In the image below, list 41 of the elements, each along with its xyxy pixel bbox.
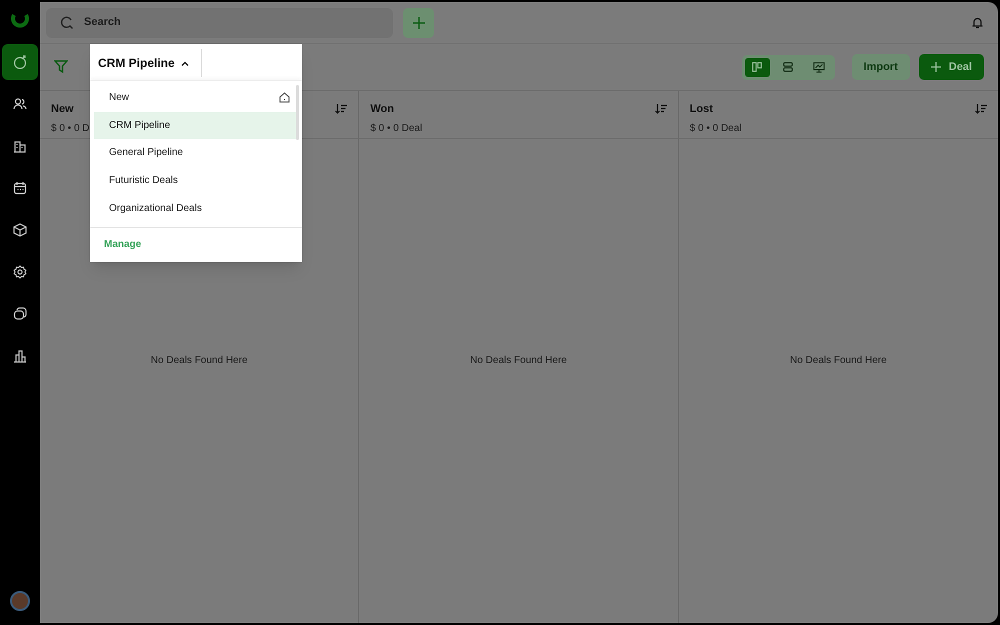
pipeline-option[interactable]: New bbox=[94, 84, 296, 112]
column-summary: $ 0 • 0 D bbox=[51, 122, 90, 136]
avatar[interactable] bbox=[10, 591, 30, 611]
empty-message: No Deals Found Here bbox=[790, 354, 887, 368]
caret-icon bbox=[180, 60, 189, 66]
import-button[interactable]: Import bbox=[852, 54, 910, 80]
board-view-icon bbox=[751, 61, 764, 73]
column-title: New bbox=[51, 102, 74, 117]
view-toggle[interactable] bbox=[744, 58, 770, 76]
sidebar-item[interactable] bbox=[2, 44, 38, 80]
pipeline-select[interactable]: CRM Pipeline bbox=[98, 49, 202, 77]
home-icon bbox=[279, 92, 290, 104]
sort-icon[interactable] bbox=[975, 104, 987, 114]
column-summary: $ 0 • 0 Deal bbox=[690, 122, 742, 136]
notification-bell-icon[interactable] bbox=[972, 16, 983, 28]
plus-icon bbox=[412, 16, 424, 28]
sort-icon[interactable] bbox=[654, 104, 667, 114]
pipeline-option[interactable]: Futuristic Deals bbox=[94, 166, 296, 194]
bar-chart-icon bbox=[13, 349, 27, 363]
empty-message: No Deals Found Here bbox=[470, 354, 567, 368]
box-icon bbox=[13, 223, 27, 237]
add-deal-button[interactable]: Deal bbox=[918, 54, 984, 80]
pipeline-option[interactable]: General Pipeline bbox=[94, 139, 296, 167]
plus-icon bbox=[930, 62, 941, 72]
people-icon bbox=[13, 97, 27, 111]
settings-icon bbox=[13, 265, 27, 279]
column-title: Lost bbox=[690, 102, 713, 117]
presentation-icon bbox=[813, 61, 826, 73]
chat-icon bbox=[13, 307, 27, 321]
column-title: Won bbox=[370, 102, 394, 117]
empty-message: No Deals Found Here bbox=[150, 354, 248, 368]
scrollbar[interactable] bbox=[296, 85, 299, 140]
list-view-icon bbox=[782, 61, 794, 73]
pipeline-option[interactable]: Organizational Deals bbox=[94, 194, 296, 222]
building-icon bbox=[13, 139, 27, 153]
search-icon bbox=[60, 16, 74, 30]
pipeline-option[interactable]: CRM Pipeline bbox=[94, 112, 296, 140]
calendar-icon bbox=[13, 181, 27, 195]
search-placeholder: Search bbox=[84, 15, 121, 30]
column-summary: $ 0 • 0 Deal bbox=[370, 122, 422, 136]
sort-icon[interactable] bbox=[335, 104, 348, 114]
